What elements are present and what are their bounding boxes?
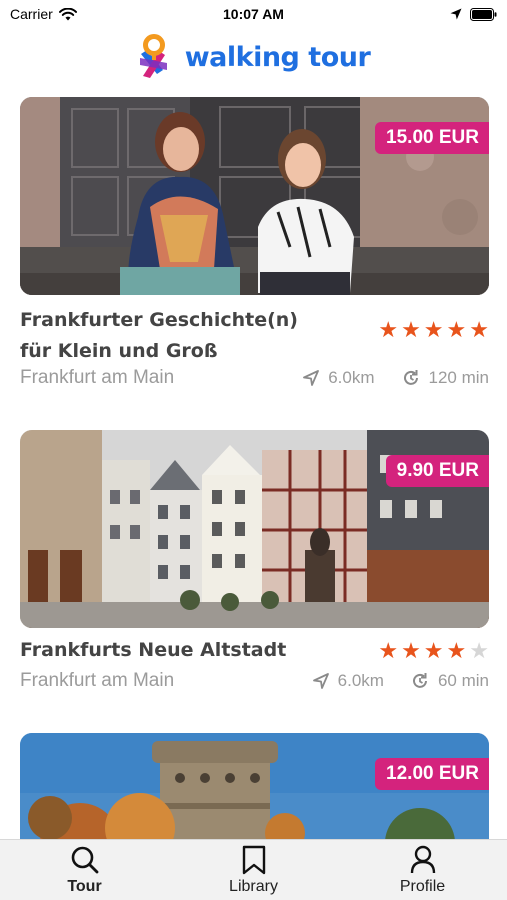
status-right bbox=[450, 7, 497, 21]
star-filled-icon: ★ bbox=[378, 638, 399, 663]
price-badge: 15.00 EUR bbox=[375, 122, 489, 154]
tour-info-1: Frankfurter Geschichte(n) für Klein und … bbox=[20, 295, 489, 430]
navigation-arrow-icon bbox=[303, 370, 320, 386]
tour-card-3[interactable]: 12.00 EUR bbox=[20, 733, 489, 839]
tour-meta: 6.0km 60 min bbox=[312, 671, 489, 691]
tour-title-line-2: für Klein und Groß bbox=[20, 340, 218, 362]
star-filled-icon: ★ bbox=[423, 317, 444, 342]
tour-meta: 6.0km 120 min bbox=[302, 368, 489, 388]
tour-image-3[interactable]: 12.00 EUR bbox=[20, 733, 489, 839]
tour-feed[interactable]: 15.00 EUR Frankfurter Geschichte(n) für … bbox=[20, 97, 489, 839]
star-filled-icon: ★ bbox=[378, 317, 399, 342]
carrier-label: Carrier bbox=[10, 6, 53, 22]
navigation-arrow-icon bbox=[312, 673, 329, 689]
clock-refresh-icon bbox=[412, 673, 427, 688]
rating-stars: ★ ★ ★ ★ ★ bbox=[378, 319, 489, 341]
tour-title: Frankfurter Geschichte(n) für Klein und … bbox=[20, 305, 298, 367]
tab-tour[interactable]: Tour bbox=[0, 840, 169, 900]
brand-name: walking tour bbox=[184, 41, 371, 73]
star-filled-icon: ★ bbox=[423, 638, 444, 663]
tour-title-line-1: Frankfurter Geschichte(n) bbox=[20, 309, 298, 331]
tour-card-2[interactable]: 9.90 EUR Frankfurts Neue Altstadt ★ ★ ★ … bbox=[20, 430, 489, 733]
tour-title: Frankfurts Neue Altstadt bbox=[20, 639, 287, 661]
bookmark-icon bbox=[242, 845, 265, 874]
star-filled-icon: ★ bbox=[446, 638, 467, 663]
walking-tour-logo-icon bbox=[139, 34, 167, 78]
app-header: walking tour bbox=[0, 28, 507, 86]
tour-distance: 6.0km bbox=[337, 671, 384, 690]
star-filled-icon: ★ bbox=[469, 317, 489, 342]
star-empty-icon: ★ bbox=[469, 638, 489, 663]
tab-label: Profile bbox=[399, 877, 446, 895]
star-filled-icon: ★ bbox=[401, 638, 421, 663]
location-arrow-icon bbox=[450, 8, 462, 20]
tour-card-1[interactable]: 15.00 EUR Frankfurter Geschichte(n) für … bbox=[20, 97, 489, 430]
tour-duration: 120 min bbox=[428, 368, 489, 387]
tab-label: Library bbox=[229, 877, 278, 895]
wifi-icon bbox=[58, 7, 77, 20]
price-badge: 12.00 EUR bbox=[375, 758, 489, 790]
tab-label: Tour bbox=[67, 877, 102, 895]
person-icon bbox=[410, 845, 435, 873]
search-icon bbox=[71, 846, 98, 873]
clock-refresh-icon bbox=[403, 370, 418, 385]
tour-duration: 60 min bbox=[437, 671, 489, 690]
battery-icon bbox=[470, 7, 497, 21]
tour-info-2: Frankfurts Neue Altstadt ★ ★ ★ ★ ★ Frank… bbox=[20, 628, 489, 733]
tour-image-2[interactable]: 9.90 EUR bbox=[20, 430, 489, 628]
tab-library[interactable]: Library bbox=[169, 840, 338, 900]
price-badge: 9.90 EUR bbox=[385, 455, 489, 487]
tour-location: Frankfurt am Main bbox=[20, 670, 175, 691]
star-filled-icon: ★ bbox=[446, 317, 467, 342]
rating-stars: ★ ★ ★ ★ ★ bbox=[378, 640, 489, 662]
status-left: Carrier bbox=[10, 6, 77, 22]
status-bar: Carrier 10:07 AM bbox=[0, 0, 507, 28]
tour-location: Frankfurt am Main bbox=[20, 367, 175, 388]
star-filled-icon: ★ bbox=[401, 317, 421, 342]
tab-bar: Tour Library Profile bbox=[0, 839, 507, 900]
tour-distance: 6.0km bbox=[328, 368, 375, 387]
tab-profile[interactable]: Profile bbox=[338, 840, 507, 900]
tour-image-1[interactable]: 15.00 EUR bbox=[20, 97, 489, 295]
